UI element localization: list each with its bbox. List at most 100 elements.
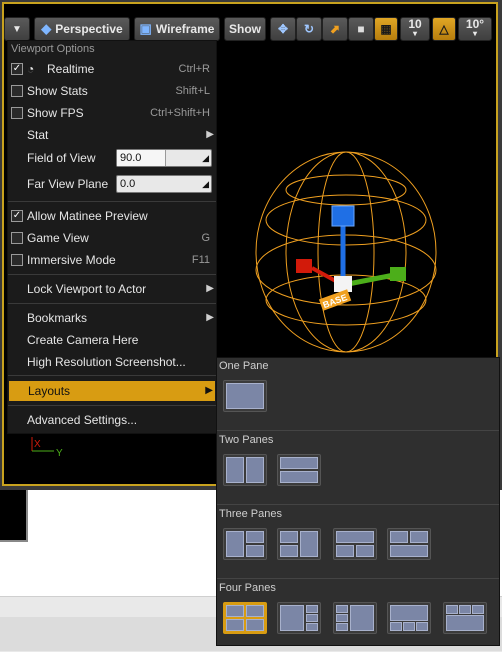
resize-corner-icon: ◢	[202, 179, 209, 189]
menu-item-game-view[interactable]: Game View G	[8, 228, 216, 248]
menu-item-high-res-screenshot[interactable]: High Resolution Screenshot...	[8, 352, 216, 372]
two-panes-header: Two Panes	[219, 434, 274, 446]
lock-viewport-label: Lock Viewport to Actor	[27, 282, 147, 296]
triangle-down-icon: ▼	[12, 23, 22, 35]
chevron-down-icon: ▾	[472, 29, 477, 38]
show-stats-shortcut: Shift+L	[175, 85, 210, 97]
x-axis-handle[interactable]	[296, 259, 312, 273]
wireframe-button[interactable]: ▣ Wireframe	[134, 17, 220, 41]
scale-icon: ⬈	[329, 22, 341, 36]
chevron-right-icon: ▶	[206, 129, 214, 140]
menu-divider	[8, 405, 216, 406]
chevron-right-icon: ▶	[205, 385, 213, 396]
menu-item-show-stats[interactable]: Show Stats Shift+L	[8, 81, 216, 101]
layout-two-panes-horizontal[interactable]	[223, 454, 267, 486]
menu-divider	[8, 375, 216, 376]
grid-snap-value-dropdown[interactable]: 10 ▾	[400, 17, 430, 41]
rotation-snap-value-dropdown[interactable]: 10° ▾	[458, 17, 492, 41]
y-axis-handle[interactable]	[390, 267, 406, 281]
x-axis-label: X	[34, 439, 41, 450]
viewport-scene[interactable]: BASE	[216, 40, 496, 357]
rotation-snap-value: 10°	[465, 17, 485, 31]
field-of-view-value: 90.0	[120, 152, 142, 164]
menu-item-far-view-plane: Far View Plane 0.0 ◢	[8, 174, 216, 194]
menu-item-lock-viewport[interactable]: Lock Viewport to Actor ▶	[8, 279, 216, 299]
lower-panel-block	[0, 490, 28, 542]
layout-four-panes-right[interactable]	[333, 602, 377, 634]
section-divider	[217, 504, 499, 505]
camera-icon: ◆	[41, 21, 52, 36]
far-view-plane-label: Far View Plane	[27, 177, 109, 191]
z-axis-handle[interactable]	[331, 205, 355, 227]
section-divider	[217, 578, 499, 579]
angle-icon: △	[439, 22, 449, 36]
clock-icon: ◔	[27, 62, 35, 76]
resize-corner-icon: ◢	[202, 153, 209, 163]
grid-snap-toggle[interactable]: ▦	[374, 17, 398, 41]
menu-item-advanced-settings[interactable]: Advanced Settings...	[8, 410, 216, 430]
layout-three-panes-top[interactable]	[333, 528, 377, 560]
menu-item-stat[interactable]: Stat ▶	[8, 125, 216, 145]
rotate-mode-button[interactable]: ↻	[296, 17, 322, 41]
viewport-options-menu: Viewport Options ✓ ◔ Realtime Ctrl+R Sho…	[7, 40, 217, 434]
y-axis-label: Y	[56, 448, 63, 459]
checkbox-checked-icon[interactable]: ✓	[11, 63, 23, 75]
menu-divider	[8, 274, 216, 275]
checkbox-icon[interactable]	[11, 107, 23, 119]
scale-mode-button[interactable]: ⬈	[322, 17, 348, 41]
checkbox-checked-icon[interactable]: ✓	[11, 210, 23, 222]
four-panes-header: Four Panes	[219, 582, 276, 594]
menu-item-immersive-mode[interactable]: Immersive Mode F11	[8, 250, 216, 270]
high-res-label: High Resolution Screenshot...	[27, 355, 186, 369]
layout-three-panes-right[interactable]	[277, 528, 321, 560]
layout-four-panes-left[interactable]	[277, 602, 321, 634]
menu-item-realtime[interactable]: ✓ ◔ Realtime Ctrl+R	[8, 59, 216, 79]
menu-item-show-fps[interactable]: Show FPS Ctrl+Shift+H	[8, 103, 216, 123]
realtime-shortcut: Ctrl+R	[178, 63, 210, 75]
create-camera-label: Create Camera Here	[27, 333, 139, 347]
show-button[interactable]: Show	[224, 17, 266, 41]
layout-two-panes-vertical[interactable]	[277, 454, 321, 486]
move-arrows-icon: ✥	[277, 22, 289, 36]
translate-mode-button[interactable]: ✥	[270, 17, 296, 41]
layout-three-panes-bottom[interactable]	[387, 528, 431, 560]
layout-three-panes-left[interactable]	[223, 528, 267, 560]
layout-one-pane[interactable]	[223, 380, 267, 412]
menu-header: Viewport Options	[11, 43, 95, 55]
far-view-plane-input[interactable]: 0.0 ◢	[116, 175, 212, 193]
viewport-options-button[interactable]: ▼	[4, 17, 30, 41]
menu-item-layouts[interactable]: Layouts ▶	[9, 381, 215, 401]
layout-four-panes-grid[interactable]	[223, 602, 267, 634]
checkbox-icon[interactable]	[11, 85, 23, 97]
show-label: Show	[229, 22, 261, 36]
chevron-right-icon: ▶	[206, 312, 214, 323]
checkbox-icon[interactable]	[11, 232, 23, 244]
rotation-snap-toggle[interactable]: △	[432, 17, 456, 41]
menu-divider	[8, 201, 216, 202]
layout-four-panes-top[interactable]	[387, 602, 431, 634]
menu-item-create-camera[interactable]: Create Camera Here	[8, 330, 216, 350]
grid-snap-value: 10	[408, 17, 422, 31]
advanced-settings-label: Advanced Settings...	[27, 413, 138, 427]
field-of-view-input[interactable]: 90.0 ◢	[116, 149, 212, 167]
cube-snap-icon: ■	[357, 22, 365, 36]
far-view-plane-value: 0.0	[120, 178, 136, 190]
show-fps-label: Show FPS	[27, 106, 84, 120]
immersive-label: Immersive Mode	[27, 253, 116, 267]
perspective-button[interactable]: ◆ Perspective	[34, 17, 130, 41]
game-view-shortcut: G	[201, 232, 210, 244]
surface-snap-button[interactable]: ■	[348, 17, 374, 41]
gizmo-center[interactable]	[334, 276, 352, 292]
axis-indicator: X Y	[31, 437, 63, 459]
show-stats-label: Show Stats	[27, 84, 88, 98]
stat-label: Stat	[27, 128, 49, 142]
layout-four-panes-bottom[interactable]	[443, 602, 487, 634]
menu-item-bookmarks[interactable]: Bookmarks ▶	[8, 308, 216, 328]
grid-icon: ▦	[380, 22, 392, 36]
chevron-down-icon: ▾	[412, 29, 417, 38]
wireframe-label: Wireframe	[155, 22, 215, 36]
layouts-label: Layouts	[28, 384, 71, 398]
checkbox-icon[interactable]	[11, 254, 23, 266]
menu-item-allow-matinee-preview[interactable]: ✓ Allow Matinee Preview	[8, 206, 216, 226]
game-view-label: Game View	[27, 231, 89, 245]
